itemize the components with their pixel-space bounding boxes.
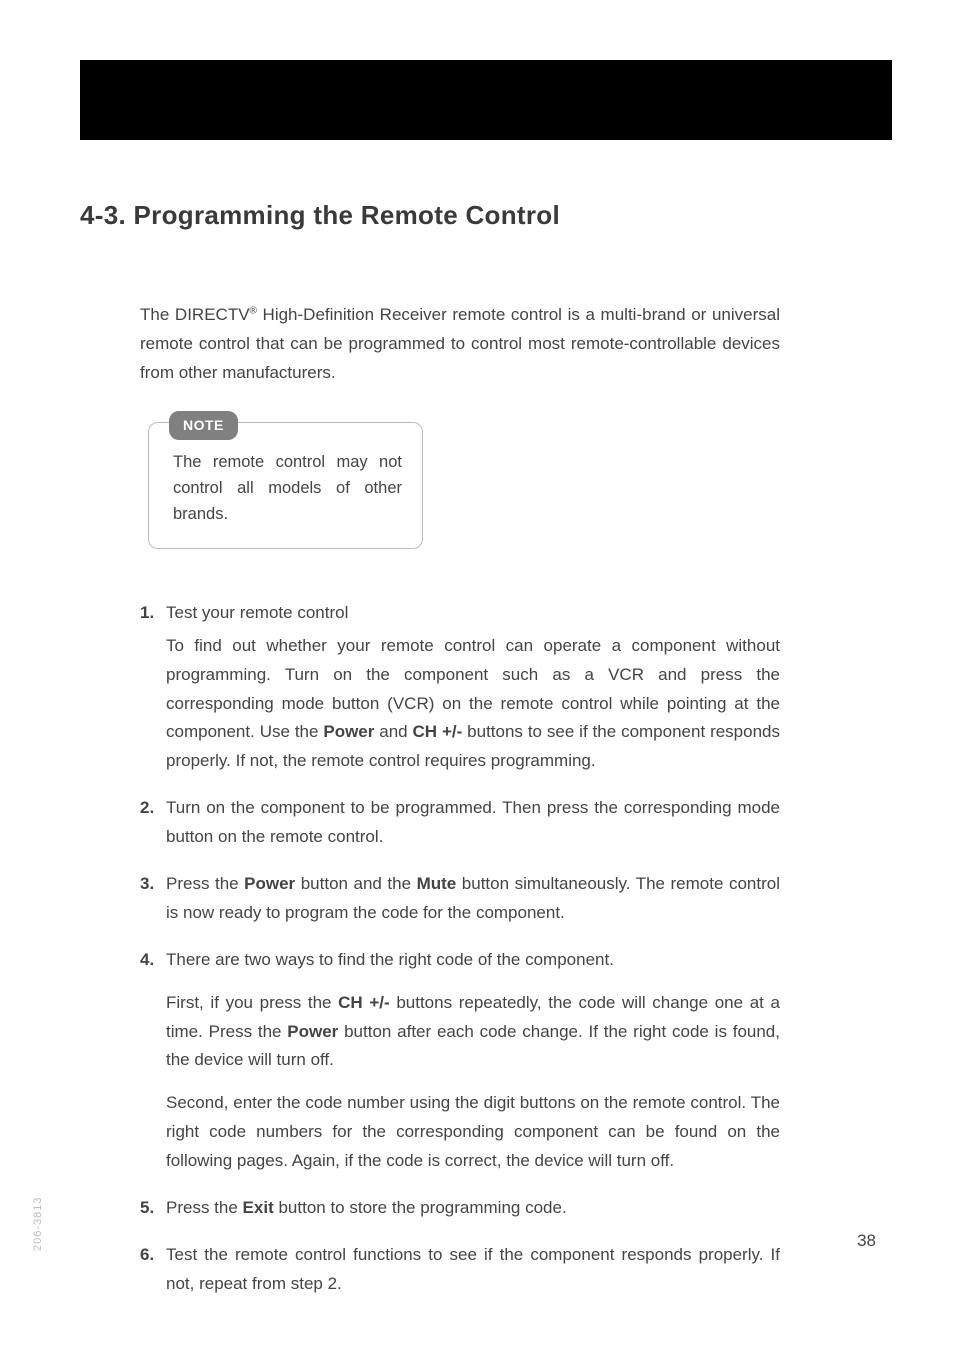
step-4-p1-a: First, if you press the: [166, 993, 338, 1012]
document-code: 206-3813: [32, 1197, 44, 1252]
note-label: NOTE: [169, 411, 238, 441]
note-text: The remote control may not control all m…: [173, 449, 402, 528]
step-5: Press the Exit button to store the progr…: [140, 1194, 780, 1223]
page-number: 38: [857, 1231, 876, 1251]
step-1-and: and: [374, 722, 412, 741]
mute-bold: Mute: [417, 874, 457, 893]
registered-symbol: ®: [250, 305, 257, 316]
step-1: Test your remote control To find out whe…: [140, 599, 780, 776]
step-4-p1: First, if you press the CH +/- buttons r…: [166, 989, 780, 1076]
exit-bold: Exit: [243, 1198, 274, 1217]
step-3-b: button and the: [295, 874, 416, 893]
step-1-lead: Test your remote control: [166, 599, 780, 628]
power-bold: Power: [323, 722, 374, 741]
ch-bold: CH +/-: [413, 722, 463, 741]
ch-bold-2: CH +/-: [338, 993, 390, 1012]
note-box: NOTE The remote control may not control …: [148, 422, 423, 549]
step-4-lead: There are two ways to find the right cod…: [166, 946, 780, 975]
section-heading: 4-3. Programming the Remote Control: [80, 200, 884, 231]
page-container: 4-3. Programming the Remote Control The …: [0, 0, 954, 1351]
steps-list: Test your remote control To find out whe…: [140, 599, 780, 1299]
content-area: The DIRECTV® High-Definition Receiver re…: [140, 301, 780, 1299]
step-4: There are two ways to find the right cod…: [140, 946, 780, 1176]
power-bold-2: Power: [244, 874, 295, 893]
step-6-text: Test the remote control functions to see…: [166, 1241, 780, 1299]
step-3-body: Press the Power button and the Mute butt…: [166, 870, 780, 928]
step-3-a: Press the: [166, 874, 244, 893]
step-6: Test the remote control functions to see…: [140, 1241, 780, 1299]
step-3: Press the Power button and the Mute butt…: [140, 870, 780, 928]
step-5-b: button to store the programming code.: [274, 1198, 567, 1217]
step-5-body: Press the Exit button to store the progr…: [166, 1194, 780, 1223]
step-2: Turn on the component to be programmed. …: [140, 794, 780, 852]
intro-prefix: The DIRECTV: [140, 305, 250, 324]
header-black-band: [80, 60, 892, 140]
step-2-text: Turn on the component to be programmed. …: [166, 794, 780, 852]
power-bold-3: Power: [287, 1022, 338, 1041]
step-4-p2: Second, enter the code number using the …: [166, 1089, 780, 1176]
intro-paragraph: The DIRECTV® High-Definition Receiver re…: [140, 301, 780, 388]
step-1-body: To find out whether your remote control …: [166, 632, 780, 776]
step-5-a: Press the: [166, 1198, 243, 1217]
